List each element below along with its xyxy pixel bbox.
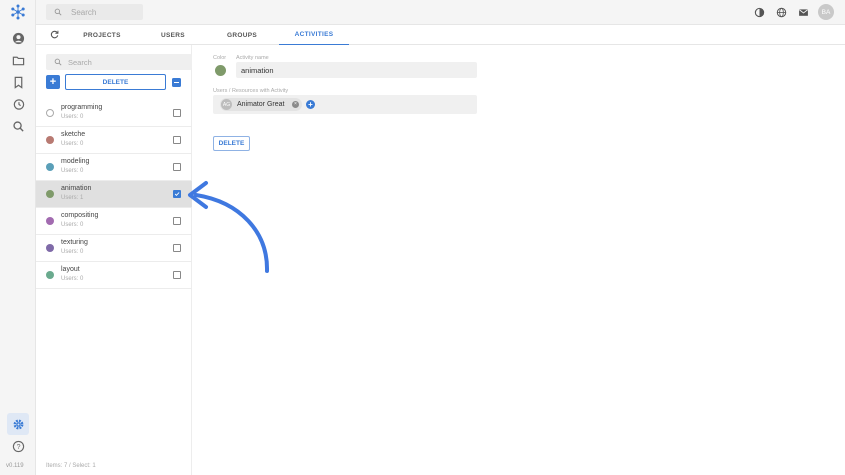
tab-groups[interactable]: GROUPS: [222, 25, 262, 45]
activity-name: texturing: [61, 239, 88, 246]
activity-color-dot: [46, 136, 54, 144]
activity-users-count: Users: 0: [61, 168, 84, 174]
activity-search-placeholder: Search: [68, 57, 92, 67]
folder-icon[interactable]: [7, 49, 29, 71]
activity-users-count: Users: 0: [61, 141, 84, 147]
add-activity-button[interactable]: +: [46, 75, 60, 89]
activity-name: animation: [61, 185, 92, 192]
activity-list: programming Users: 0 sketche Users: 0 mo…: [36, 100, 192, 289]
activity-list-panel: Search + DELETE programming Users: 0 ske…: [36, 45, 192, 475]
user-avatar[interactable]: BA: [818, 4, 834, 20]
activity-users-count: Users: 0: [61, 114, 84, 120]
app-version: v0.119: [6, 463, 24, 469]
activity-name: programming: [61, 104, 103, 111]
activity-name: compositing: [61, 212, 99, 219]
users-resources-field[interactable]: AG Animator Great × +: [213, 95, 477, 114]
row-checkbox[interactable]: [173, 271, 181, 279]
activity-color-dot: [46, 109, 54, 117]
user-chip-name: Animator Great: [237, 100, 285, 108]
list-item-selected[interactable]: animation Users: 1: [36, 181, 192, 208]
bookmark-icon[interactable]: [7, 71, 29, 93]
activity-name: sketche: [61, 131, 86, 138]
activity-color-dot: [46, 271, 54, 279]
tab-projects[interactable]: PROJECTS: [80, 25, 124, 45]
app-logo-icon[interactable]: [9, 3, 27, 21]
checkmark-icon: [174, 192, 180, 196]
user-chip[interactable]: AG Animator Great ×: [220, 98, 302, 111]
refresh-icon[interactable]: [50, 30, 59, 39]
search-icon: [54, 58, 62, 66]
search-icon[interactable]: [7, 115, 29, 137]
global-search-placeholder: Search: [71, 7, 97, 17]
list-item[interactable]: compositing Users: 0: [36, 208, 192, 235]
row-checkbox-checked[interactable]: [173, 190, 181, 198]
global-search-input[interactable]: Search: [46, 4, 143, 20]
status-bar-text: Items: 7 / Select: 1: [46, 463, 96, 469]
mail-icon[interactable]: [798, 7, 809, 18]
activity-users-count: Users: 1: [61, 195, 84, 201]
activity-search-input[interactable]: Search: [46, 54, 192, 70]
tab-users[interactable]: USERS: [154, 25, 192, 45]
user-chip-avatar: AG: [221, 99, 232, 110]
activity-name: modeling: [61, 158, 90, 165]
list-item[interactable]: sketche Users: 0: [36, 127, 192, 154]
help-icon[interactable]: ?: [7, 435, 29, 457]
settings-gear-icon[interactable]: [7, 413, 29, 435]
activity-name-label: Activity name: [236, 55, 269, 61]
activity-users-count: Users: 0: [61, 276, 84, 282]
delete-activity-button[interactable]: DELETE: [213, 136, 250, 151]
tab-bar: PROJECTS USERS GROUPS ACTIVITIES: [36, 25, 845, 45]
list-item[interactable]: texturing Users: 0: [36, 235, 192, 262]
activity-color-picker[interactable]: [215, 65, 226, 76]
row-checkbox[interactable]: [173, 109, 181, 117]
activity-color-dot: [46, 244, 54, 252]
top-bar: Search BA: [36, 0, 845, 25]
history-icon[interactable]: [7, 93, 29, 115]
activity-name-input[interactable]: animation: [236, 62, 477, 78]
activity-color-dot: [46, 163, 54, 171]
curved-arrow-annotation: [188, 181, 270, 273]
activity-users-count: Users: 0: [61, 222, 84, 228]
color-label: Color: [213, 55, 227, 61]
row-checkbox[interactable]: [173, 244, 181, 252]
users-resources-label: Users / Resources with Activity: [213, 88, 289, 94]
add-user-button[interactable]: +: [306, 100, 315, 109]
search-icon: [54, 8, 62, 16]
tab-activities[interactable]: ACTIVITIES: [279, 25, 349, 45]
select-all-checkbox[interactable]: [172, 78, 181, 87]
remove-user-icon[interactable]: ×: [292, 101, 299, 108]
delete-activities-button[interactable]: DELETE: [65, 74, 166, 90]
svg-text:?: ?: [16, 444, 20, 451]
row-checkbox[interactable]: [173, 136, 181, 144]
list-item[interactable]: programming Users: 0: [36, 100, 192, 127]
left-rail: ? v0.119: [0, 0, 36, 475]
row-checkbox[interactable]: [173, 163, 181, 171]
contrast-icon[interactable]: [754, 7, 765, 18]
account-icon[interactable]: [7, 27, 29, 49]
activity-name: layout: [61, 266, 80, 273]
row-checkbox[interactable]: [173, 217, 181, 225]
list-item[interactable]: layout Users: 0: [36, 262, 192, 289]
activity-color-dot: [46, 217, 54, 225]
list-item[interactable]: modeling Users: 0: [36, 154, 192, 181]
activity-color-dot: [46, 190, 54, 198]
globe-icon[interactable]: [776, 7, 787, 18]
activity-users-count: Users: 0: [61, 249, 84, 255]
